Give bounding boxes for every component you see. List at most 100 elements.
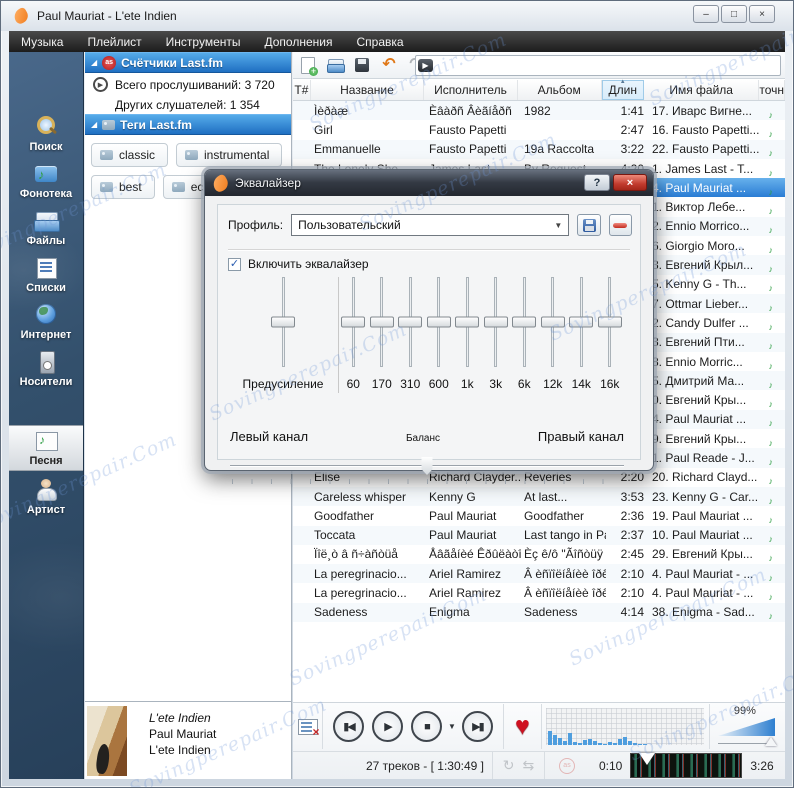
table-row[interactable]: La peregrinacio... Ariel Ramirez Â èñïîë… <box>293 564 785 584</box>
balance-slider[interactable] <box>230 457 624 487</box>
table-row[interactable]: Goodfather Paul Mauriat Goodfather 2:36 … <box>293 506 785 526</box>
slider-thumb[interactable] <box>483 316 508 328</box>
slider-thumb[interactable] <box>569 316 594 328</box>
shuffle-button[interactable]: ⇆ <box>523 757 535 774</box>
slider-thumb[interactable] <box>597 316 622 328</box>
profile-select[interactable]: Пользовательский ▼ <box>291 214 570 236</box>
collapse-arrow-icon[interactable]: ◢ <box>91 120 97 129</box>
spectrum-bar <box>617 739 622 745</box>
table-row[interactable]: Sadeness Enigma Sadeness 4:14 38. Enigma… <box>293 602 785 623</box>
slider-thumb[interactable] <box>398 316 423 328</box>
lastfm-scrobble-icon[interactable]: as <box>559 757 575 774</box>
next-button[interactable]: ▶ ▮ <box>461 711 493 742</box>
band-slider[interactable]: 170 <box>368 275 397 407</box>
volume-control[interactable]: 99% <box>710 704 785 749</box>
band-slider[interactable]: 310 <box>396 275 425 407</box>
filter-icon[interactable]: ▶ <box>418 59 433 72</box>
slider-thumb[interactable] <box>540 316 565 328</box>
band-slider[interactable]: 1k <box>453 275 482 407</box>
sidebar-item-library[interactable]: Фонотека <box>9 157 83 203</box>
open-button[interactable] <box>326 56 345 74</box>
slider-thumb[interactable] <box>341 316 366 328</box>
balance-thumb[interactable] <box>421 457 433 475</box>
sidebar-item-internet[interactable]: Интернет <box>9 298 83 344</box>
table-row[interactable]: Ïîë¸ò â ñ÷àñòüå Åâãåíèé Êðûëàòîâ Èç ê/ô … <box>293 544 785 565</box>
delete-profile-button[interactable] <box>608 214 632 236</box>
table-row[interactable]: Ìèðàæ Èâàðñ Âèãíåðñ 1982 1:41 17. Иварс … <box>293 101 785 121</box>
volume-slider-thumb[interactable] <box>765 737 777 746</box>
menu-item[interactable]: Музыка <box>21 35 63 49</box>
love-track-button[interactable]: ♥ <box>515 714 530 739</box>
column-header-source[interactable]: точн <box>759 80 785 100</box>
preamp-slider[interactable]: Предусиление <box>228 275 338 407</box>
column-header-album[interactable]: Альбом <box>518 80 602 100</box>
tag-button-instrumental[interactable]: instrumental <box>176 143 283 167</box>
table-row[interactable]: Careless whisper Kenny G At last... 3:53… <box>293 486 785 507</box>
slider-thumb[interactable] <box>369 316 394 328</box>
minimize-button[interactable]: – <box>693 5 719 23</box>
menu-item[interactable]: Плейлист <box>87 35 141 49</box>
seek-bar[interactable] <box>630 753 743 778</box>
enable-equalizer-checkbox[interactable]: ✓ <box>228 257 241 271</box>
band-slider[interactable]: 14k <box>567 275 596 407</box>
lastfm-tags-header[interactable]: ◢ Теги Last.fm <box>85 114 291 135</box>
slider-thumb[interactable] <box>512 316 537 328</box>
close-playlist-button[interactable] <box>297 718 320 739</box>
column-header-filename[interactable]: Имя файла <box>644 80 760 100</box>
band-label: 170 <box>371 377 392 391</box>
cell-filename: 17. Иварс Вигне... <box>652 103 752 118</box>
volume-wedge[interactable] <box>717 718 775 736</box>
dialog-close-button[interactable]: × <box>613 174 647 191</box>
slider-thumb[interactable] <box>426 316 451 328</box>
save-button[interactable] <box>353 56 371 74</box>
undo-button[interactable]: ↶ <box>380 56 398 74</box>
help-button[interactable]: ? <box>584 174 610 191</box>
menu-item[interactable]: Дополнения <box>265 35 333 49</box>
seek-position-marker[interactable] <box>639 753 656 765</box>
table-row[interactable]: La peregrinacio... Ariel Ramirez Â èñïîë… <box>293 583 785 603</box>
previous-button[interactable]: ▮ ◀ <box>333 711 364 742</box>
table-row[interactable]: Toccata Paul Mauriat Last tango in Paris… <box>293 525 785 545</box>
collapse-arrow-icon[interactable]: ◢ <box>91 58 97 67</box>
repeat-button[interactable]: ↻ <box>503 757 515 774</box>
window-title: Paul Mauriat - L'ete Indien <box>37 9 177 23</box>
right-channel-label: Правый канал <box>537 429 624 444</box>
tag-button-classic[interactable]: classic <box>91 143 169 167</box>
equalizer-title-bar[interactable]: Эквалайзер ? × <box>205 170 653 196</box>
sidebar-item-icon <box>33 162 59 186</box>
column-header-tracknum[interactable]: T# <box>293 80 311 100</box>
tag-button-best[interactable]: best <box>91 175 155 199</box>
sidebar-item-search[interactable]: Поиск <box>9 110 83 156</box>
band-slider[interactable]: 60 <box>339 275 368 407</box>
slider-thumb[interactable] <box>271 316 295 328</box>
menu-item[interactable]: Инструменты <box>166 35 241 49</box>
new-playlist-button[interactable] <box>299 56 318 76</box>
column-header-artist[interactable]: Исполнитель <box>424 80 518 100</box>
close-button[interactable]: × <box>749 5 775 23</box>
menu-item[interactable]: Справка <box>356 35 403 49</box>
maximize-button[interactable]: □ <box>721 5 747 23</box>
play-button[interactable]: ▶ <box>372 711 403 742</box>
stop-dropdown-arrow-icon[interactable]: ▼ <box>448 722 456 731</box>
column-header-title[interactable]: Название <box>311 80 425 100</box>
table-row[interactable]: Girl Fausto Papetti 2:47 16. Fausto Pape… <box>293 120 785 140</box>
sidebar-item-song[interactable]: Песня <box>9 425 83 471</box>
sidebar-item-lists[interactable]: Списки <box>9 251 83 297</box>
save-profile-button[interactable] <box>577 214 601 236</box>
sidebar-item-artist[interactable]: Артист <box>9 473 83 519</box>
stop-button[interactable]: ■ <box>411 711 442 742</box>
lastfm-counters-header[interactable]: ◢ as Счётчики Last.fm <box>85 52 291 73</box>
table-row[interactable]: Emmanuelle Fausto Papetti 19a Raccolta 3… <box>293 139 785 159</box>
band-slider[interactable]: 600 <box>425 275 454 407</box>
band-slider[interactable]: 12k <box>539 275 568 407</box>
band-slider[interactable]: 3k <box>482 275 511 407</box>
player-bottom-bar: ▮◀ ▶ ■ ▼ ▶▮ ♥ 99% 27 треков - [ 1:30:49 … <box>293 702 785 779</box>
slider-thumb[interactable] <box>455 316 480 328</box>
sidebar-item-media[interactable]: Носители <box>9 345 83 391</box>
band-slider[interactable]: 6k <box>510 275 539 407</box>
filter-input[interactable] <box>433 57 780 74</box>
band-slider[interactable]: 16k <box>596 275 625 407</box>
sidebar-item-files[interactable]: Файлы <box>9 204 83 250</box>
column-header-duration[interactable]: Длин <box>601 80 644 100</box>
floppy-icon <box>582 218 596 232</box>
